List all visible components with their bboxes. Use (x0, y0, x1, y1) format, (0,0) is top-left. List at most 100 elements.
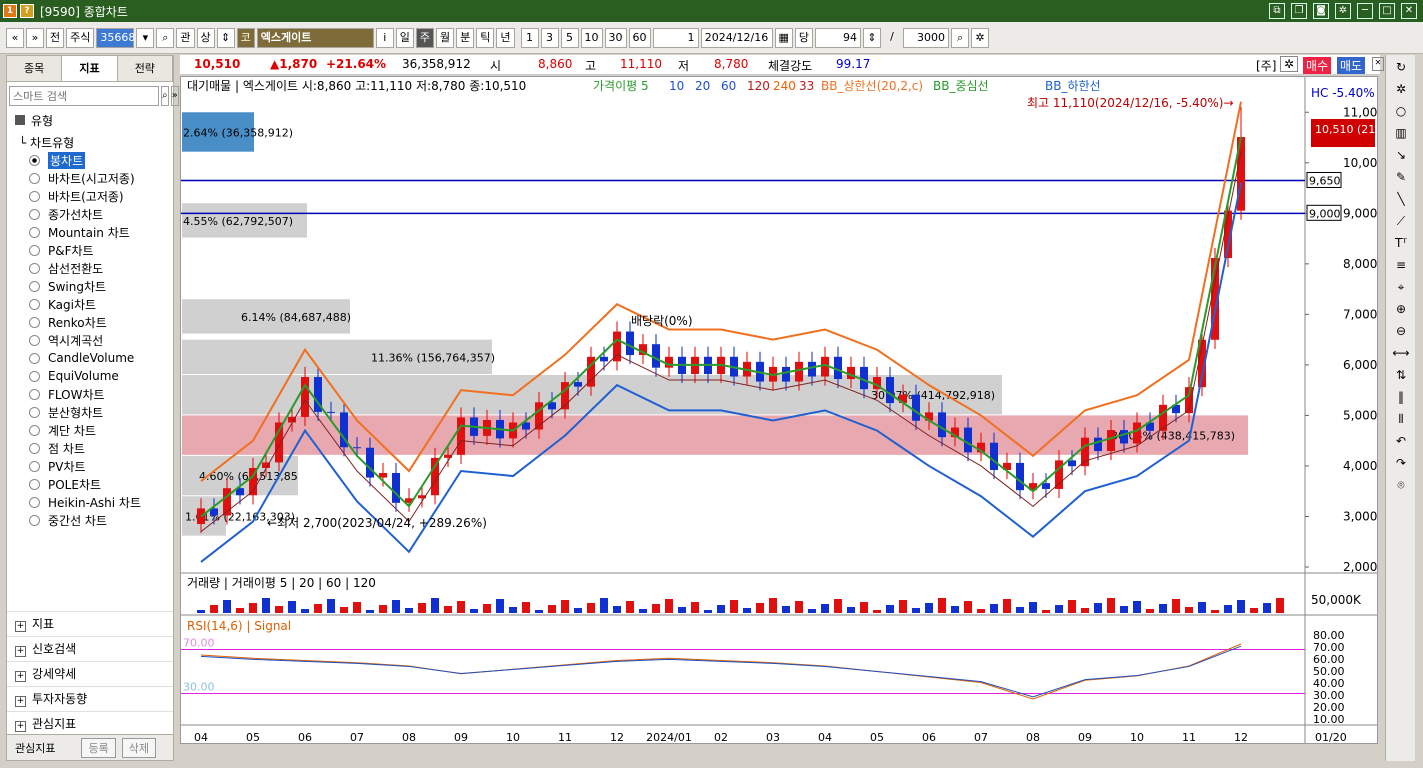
chart-type-option[interactable]: CandleVolume (29, 349, 173, 367)
interval-button[interactable]: 60 (628, 27, 651, 48)
radio-icon[interactable] (29, 388, 40, 400)
radio-icon[interactable] (29, 226, 40, 238)
move-tool-icon[interactable]: ↘ (1390, 145, 1412, 165)
interval-button[interactable]: 3 (540, 27, 559, 48)
radio-icon[interactable] (29, 298, 40, 310)
link-icon[interactable]: ⧉ (1269, 3, 1285, 19)
date-input[interactable]: 2024/12/16 (700, 27, 773, 48)
chart-type-option[interactable]: EquiVolume (29, 367, 173, 385)
expand-icon[interactable]: + (15, 621, 26, 632)
sang-button[interactable]: 상 (196, 27, 215, 48)
period-tab[interactable]: 년 (496, 27, 515, 48)
delete-button[interactable]: 삭제 (121, 737, 156, 758)
gwan-button[interactable]: 관 (176, 27, 195, 48)
updown-icon[interactable]: ⇕ (216, 27, 235, 48)
chart-type-option[interactable]: 역시계곡선 (29, 331, 173, 349)
radio-icon[interactable] (29, 190, 40, 202)
sidebar-section[interactable]: + 관심지표 (7, 711, 173, 736)
radio-icon[interactable] (29, 172, 40, 184)
minimize-button[interactable]: ─ (1357, 3, 1373, 19)
radio-icon[interactable] (29, 496, 40, 508)
chart-type-option[interactable]: 삼선전환도 (29, 259, 173, 277)
text-tool-icon[interactable]: Tᵀ (1390, 233, 1412, 253)
radio-icon[interactable] (29, 208, 40, 220)
gear-icon[interactable]: ✲ (1335, 3, 1351, 19)
chart-settings-icon[interactable]: ✲ (1280, 56, 1298, 72)
sidebar-section[interactable]: + 강세약세 (7, 661, 173, 686)
chart-type-option[interactable]: Heikin-Ashi 차트 (29, 493, 173, 511)
measure-icon[interactable]: ⟷ (1390, 343, 1412, 363)
close-button[interactable]: ✕ (1401, 3, 1417, 19)
sell-button[interactable]: 매도 (1337, 57, 1366, 74)
prev-button[interactable]: « (6, 27, 24, 48)
radio-icon[interactable] (29, 262, 40, 274)
chart-area[interactable]: 11,000 10,000 9,000 8,000 7,000 6,000 5,000 4,0… (180, 76, 1408, 744)
cursor-icon[interactable]: ⌖ (1390, 277, 1412, 297)
calendar-icon[interactable]: ▦ (774, 27, 793, 48)
radio-icon[interactable] (29, 514, 40, 526)
interval-input[interactable]: 1 (652, 27, 699, 48)
chart-type-option[interactable]: 계단 차트 (29, 421, 173, 439)
sidebar-tab[interactable]: 지표 (62, 56, 118, 81)
period-tab[interactable]: 주 (415, 27, 434, 48)
info-button[interactable]: i (375, 27, 394, 48)
chart-type-option[interactable]: Renko차트 (29, 313, 173, 331)
count-stepper[interactable]: ⇕ (863, 27, 882, 48)
count-input[interactable]: 94 (815, 27, 862, 48)
sidebar-tab[interactable]: 종목 (7, 56, 63, 81)
expand-icon[interactable]: » (170, 86, 179, 106)
radio-icon[interactable] (29, 460, 40, 472)
copy-icon[interactable]: ❐ (1291, 3, 1307, 19)
period-tab[interactable]: 일 (395, 27, 414, 48)
undo-icon[interactable]: ↶ (1390, 431, 1412, 451)
chart-type-option[interactable]: 분산형차트 (29, 403, 173, 421)
chart-type-option[interactable]: Mountain 차트 (29, 223, 173, 241)
radio-icon[interactable] (29, 478, 40, 490)
pencil-icon[interactable]: ✎ (1390, 167, 1412, 187)
search-icon[interactable]: ⌕ (161, 86, 169, 106)
sidebar-section[interactable]: + 신호검색 (7, 636, 173, 661)
interval-button[interactable]: 5 (560, 27, 579, 48)
collapse-icon[interactable] (15, 115, 25, 125)
zoom-in-icon[interactable]: ⊕ (1390, 299, 1412, 319)
group-header[interactable]: 유형 (15, 112, 173, 129)
chart-type-option[interactable]: Swing차트 (29, 277, 173, 295)
refresh-icon[interactable]: ↻ (1390, 57, 1412, 77)
vertical-lines-icon[interactable]: ‖ (1390, 387, 1412, 407)
expand-icon[interactable]: + (15, 696, 26, 707)
radio-icon[interactable] (29, 334, 40, 346)
chart-type-option[interactable]: 중간선 차트 (29, 511, 173, 529)
circle-tool-icon[interactable]: ○ (1390, 101, 1412, 121)
expand-icon[interactable]: + (15, 671, 26, 682)
radio-icon[interactable] (29, 154, 40, 166)
radio-icon[interactable] (29, 370, 40, 382)
before-button[interactable]: 전 (46, 27, 65, 48)
chart-type-option[interactable]: 봉차트 (29, 151, 173, 169)
smart-search-input[interactable] (9, 86, 159, 106)
settings-icon[interactable]: ✲ (971, 27, 990, 48)
buy-button[interactable]: 매수 (1303, 57, 1332, 74)
total-input[interactable]: 3000 (903, 27, 950, 48)
market-select[interactable]: 주식 (66, 27, 95, 48)
gear-icon[interactable]: ✲ (1390, 79, 1412, 99)
sidebar-tab[interactable]: 전략 (117, 56, 173, 81)
help-icon[interactable]: ? (20, 4, 34, 18)
zoom-out-icon[interactable]: ⊖ (1390, 321, 1412, 341)
radio-icon[interactable] (29, 424, 40, 436)
stock-name[interactable]: 엑스게이트 (256, 27, 374, 48)
chart-type-option[interactable]: P&F차트 (29, 241, 173, 259)
trend-tool-icon[interactable]: ⟋ (1390, 211, 1412, 231)
chart-type-option[interactable]: 바차트(고저종) (29, 187, 173, 205)
chart-type-option[interactable]: PV차트 (29, 457, 173, 475)
stock-code-input[interactable]: 356680 (96, 27, 142, 48)
close-panel-icon[interactable]: ✕ (1372, 57, 1384, 71)
interval-button[interactable]: 30 (604, 27, 627, 48)
fib-tool-icon[interactable]: ≡ (1390, 255, 1412, 275)
expand-icon[interactable]: + (15, 721, 26, 732)
radio-icon[interactable] (29, 316, 40, 328)
grid-lines-icon[interactable]: ⦀ (1390, 409, 1412, 429)
interval-button[interactable]: 10 (580, 27, 603, 48)
maximize-button[interactable]: □ (1379, 3, 1395, 19)
interval-button[interactable]: 1 (520, 27, 539, 48)
chart-type-option[interactable]: Kagi차트 (29, 295, 173, 313)
